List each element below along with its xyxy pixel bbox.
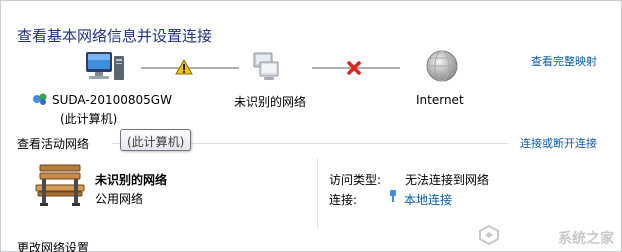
active-network-type[interactable]: 公用网络 — [95, 190, 143, 207]
computer-icon — [86, 52, 124, 80]
connect-disconnect-link[interactable]: 连接或断开连接 — [520, 135, 597, 151]
view-full-map-link[interactable]: 查看完整映射 — [531, 53, 597, 69]
page-title: 查看基本网络信息并设置连接 — [17, 27, 213, 45]
watermark: 系统之家 — [558, 231, 614, 247]
local-connection-icon — [390, 190, 396, 202]
error-x-icon[interactable] — [346, 60, 362, 76]
change-network-settings-label: 更改网络设置 — [17, 241, 90, 252]
local-connection-link[interactable]: 本地连接 — [404, 191, 452, 208]
map-network-name: 未识别的网络 — [234, 95, 307, 109]
globe-icon[interactable] — [425, 49, 459, 83]
access-type-value: 无法连接到网络 — [405, 173, 490, 187]
network-icon[interactable] — [250, 50, 282, 84]
access-type-label: 访问类型: — [329, 173, 382, 187]
active-network-name: 未识别的网络 — [95, 173, 168, 187]
network-shield-icon — [33, 93, 47, 105]
connection-label: 连接: — [329, 193, 358, 207]
computer-sub-label: (此计算机) — [60, 112, 118, 126]
computer-tooltip: (此计算机) — [120, 129, 192, 151]
watermark-logo-icon — [479, 224, 499, 246]
active-networks-label: 查看活动网络 — [17, 137, 90, 151]
bench-icon — [35, 164, 85, 206]
warning-icon[interactable] — [175, 59, 193, 75]
vertical-divider — [317, 158, 318, 228]
computer-name: SUDA-20100805GW — [52, 93, 172, 107]
internet-label: Internet — [416, 93, 464, 107]
